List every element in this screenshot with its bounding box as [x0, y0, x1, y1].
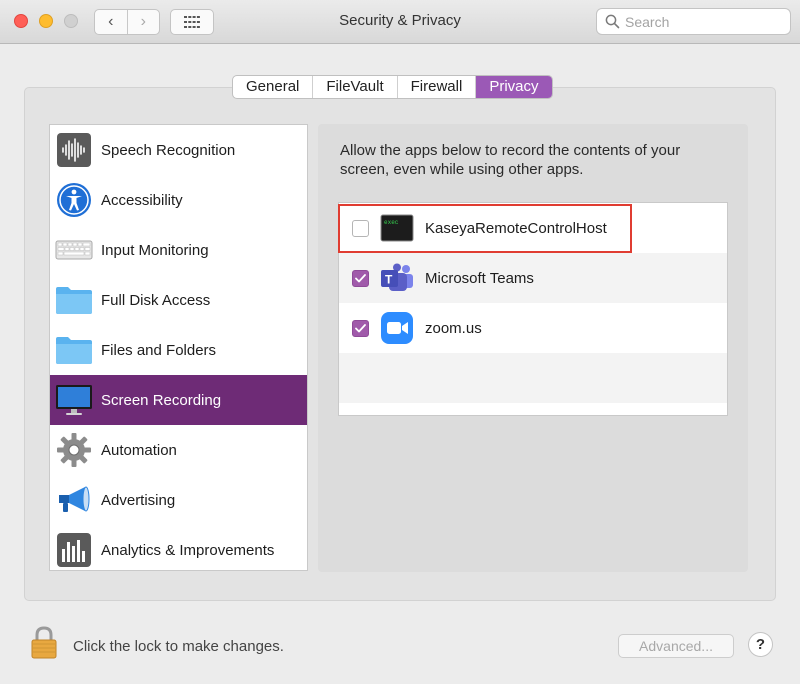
sidebar-item-label: Full Disk Access	[101, 291, 211, 309]
teams-icon-letter: T	[385, 273, 393, 287]
lock-button[interactable]	[30, 626, 58, 665]
app-list: exec KaseyaRemoteControlHost T Microsoft…	[338, 202, 728, 416]
list-item[interactable]: zoom.us	[339, 303, 727, 353]
teams-icon: T	[380, 261, 414, 295]
app-name: KaseyaRemoteControlHost	[425, 219, 607, 237]
tab-general[interactable]: General	[233, 76, 314, 98]
sidebar-item-speech-recognition[interactable]: Speech Recognition	[50, 125, 307, 175]
advanced-button[interactable]: Advanced...	[618, 634, 734, 658]
search-field[interactable]	[596, 8, 791, 35]
list-item[interactable]: exec KaseyaRemoteControlHost	[339, 203, 727, 253]
sidebar-item-automation[interactable]: Automation	[50, 425, 307, 475]
sidebar-item-label: Analytics & Improvements	[101, 541, 275, 559]
lock-icon	[31, 626, 57, 659]
waveform-icon	[55, 131, 93, 169]
gear-icon	[55, 431, 93, 469]
sidebar-item-analytics[interactable]: Analytics & Improvements	[50, 525, 307, 575]
sidebar-item-input-monitoring[interactable]: Input Monitoring	[50, 225, 307, 275]
megaphone-icon	[55, 481, 93, 519]
sidebar-item-accessibility[interactable]: Accessibility	[50, 175, 307, 225]
sidebar-item-label: Accessibility	[101, 191, 183, 209]
sidebar-item-label: Automation	[101, 441, 177, 459]
app-checkbox[interactable]	[352, 269, 369, 287]
app-checkbox[interactable]	[352, 219, 369, 237]
sidebar-item-advertising[interactable]: Advertising	[50, 475, 307, 525]
checkmark-icon	[355, 323, 366, 332]
zoom-icon	[380, 311, 414, 345]
app-checkbox[interactable]	[352, 319, 369, 337]
app-name: zoom.us	[425, 319, 482, 337]
search-icon	[605, 14, 620, 29]
sidebar-item-label: Speech Recognition	[101, 141, 236, 159]
privacy-category-list: Speech Recognition Accessibility Input M…	[49, 124, 308, 571]
sidebar-item-label: Advertising	[101, 491, 176, 509]
terminal-icon: exec	[380, 211, 414, 245]
sidebar-item-files-and-folders[interactable]: Files and Folders	[50, 325, 307, 375]
empty-list-row	[339, 353, 727, 403]
tab-privacy[interactable]: Privacy	[476, 76, 552, 98]
help-button[interactable]: ?	[748, 632, 773, 657]
bar-chart-icon	[55, 531, 93, 569]
title-bar: ‹ › Security & Privacy	[0, 0, 800, 44]
tab-firewall[interactable]: Firewall	[398, 76, 477, 98]
lock-message: Click the lock to make changes.	[73, 638, 284, 655]
list-item[interactable]: T Microsoft Teams	[339, 253, 727, 303]
search-input[interactable]	[625, 12, 785, 31]
keyboard-icon	[55, 231, 93, 269]
sidebar-item-label: Screen Recording	[101, 391, 222, 409]
terminal-icon-text: exec	[384, 219, 399, 226]
app-name: Microsoft Teams	[425, 269, 534, 287]
monitor-icon	[55, 381, 93, 419]
folder-icon	[55, 281, 93, 319]
sidebar-item-label: Files and Folders	[101, 341, 217, 359]
sidebar-item-full-disk-access[interactable]: Full Disk Access	[50, 275, 307, 325]
sidebar-item-screen-recording[interactable]: Screen Recording	[50, 375, 307, 425]
tab-filevault[interactable]: FileVault	[313, 76, 398, 98]
sidebar-item-label: Input Monitoring	[101, 241, 209, 259]
accessibility-icon	[55, 181, 93, 219]
tab-bar: General FileVault Firewall Privacy	[232, 75, 553, 99]
screen-recording-description: Allow the apps below to record the conte…	[340, 142, 681, 178]
folder-icon	[55, 331, 93, 369]
checkmark-icon	[355, 273, 366, 282]
